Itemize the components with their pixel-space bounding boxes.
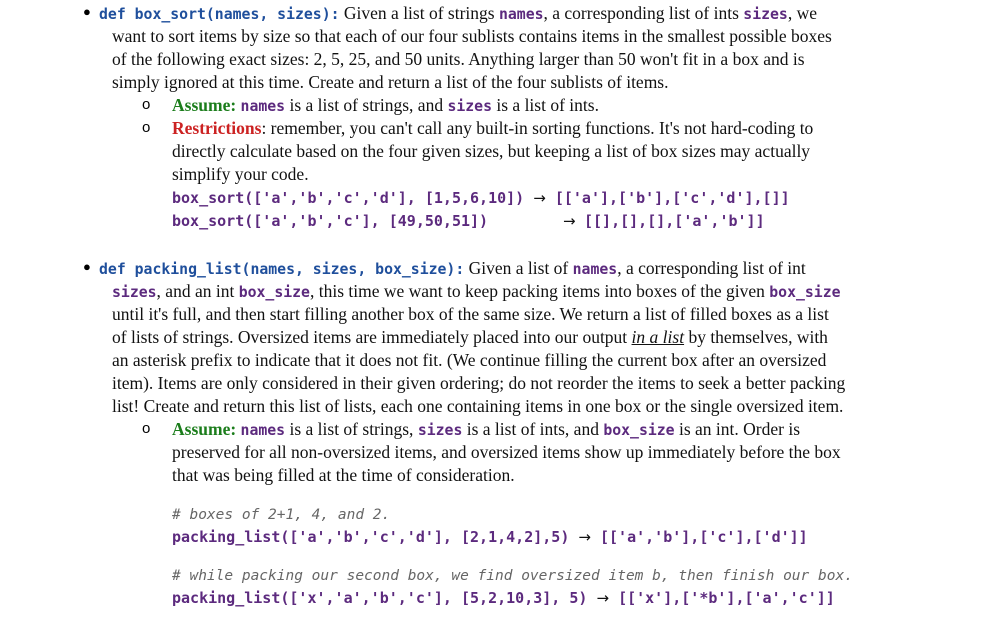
code-sizes: sizes — [112, 284, 157, 301]
packing-line-4: of lists of strings. Oversized items are… — [112, 326, 828, 348]
code-box-size: box_size — [238, 284, 310, 301]
packing-line-3: until it's full, and then start filling … — [112, 304, 829, 324]
example-result: [['a'],['b'],['c','d'],[]] — [554, 189, 790, 207]
box-sort-restrict-1: Restrictions: remember, you can't call a… — [172, 117, 813, 139]
packing-assume-1: Assume: names is a list of strings, size… — [172, 418, 800, 442]
text: is a list of strings, — [285, 419, 418, 439]
code-names: names — [240, 422, 286, 439]
arrow-icon: → — [596, 589, 610, 607]
example-comment-1: # boxes of 2+1, 4, and 2. — [172, 507, 391, 523]
sub-bullet-icon: o — [142, 119, 151, 136]
bullet-icon: ● — [83, 259, 91, 274]
packing-assume-3: that was being filled at the time of con… — [172, 465, 515, 485]
box-sort-line-1: def box_sort(names, sizes): Given a list… — [99, 2, 817, 26]
packing-signature: def packing_list(names, sizes, box_size)… — [99, 261, 465, 278]
code-box-size: box_size — [603, 422, 675, 439]
arrow-icon: → — [563, 212, 576, 230]
code-sizes: sizes — [743, 6, 788, 23]
box-sort-line-2: want to sort items by size so that each … — [112, 26, 832, 46]
box-sort-example-2: box_sort(['a','b','c'], [49,50,51]) → [[… — [172, 210, 765, 232]
arrow-icon: → — [533, 189, 546, 207]
text: , a corresponding list of int — [617, 258, 806, 278]
box-sort-line-4: simply ignored at this time. Create and … — [112, 72, 669, 92]
text: , a corresponding list of ints — [543, 3, 744, 23]
packing-example-1: packing_list(['a','b','c','d'], [2,1,4,2… — [172, 526, 808, 548]
code-sizes: sizes — [447, 98, 492, 115]
code-sizes: sizes — [417, 422, 463, 439]
text: by themselves, with — [684, 327, 828, 347]
box-sort-restrict-2: directly calculate based on the four giv… — [172, 141, 811, 161]
text: , and an int — [156, 281, 239, 301]
italic-text: in a list — [631, 327, 685, 347]
text: Given a list of — [464, 258, 573, 278]
arrow-icon: → — [578, 528, 591, 546]
box-sort-assume: Assume: names is a list of strings, and … — [172, 94, 599, 118]
sub-bullet-icon: o — [142, 420, 151, 437]
example-call: packing_list(['x','a','b','c'], [5,2,10,… — [172, 589, 588, 607]
packing-example-2: packing_list(['x','a','b','c'], [5,2,10,… — [172, 587, 835, 609]
code-box-size: box_size — [769, 284, 841, 301]
packing-line-5: an asterisk prefix to indicate that it d… — [112, 350, 827, 370]
box-sort-restrict-3: simplify your code. — [172, 164, 309, 184]
text: , this time we want to keep packing item… — [309, 281, 770, 301]
code-names: names — [240, 98, 286, 115]
code-names: names — [572, 261, 618, 278]
example-call: box_sort(['a','b','c','d'], [1,5,6,10]) — [172, 189, 525, 207]
restrictions-label: Restrictions — [172, 118, 262, 138]
bullet-icon: ● — [83, 4, 91, 19]
example-result: [[],[],[],['a','b']] — [584, 212, 765, 230]
packing-line-1: def packing_list(names, sizes, box_size)… — [99, 257, 806, 281]
packing-assume-2: preserved for all non-oversized items, a… — [172, 442, 841, 462]
code-names: names — [498, 6, 544, 23]
box-sort-line-3: of the following exact sizes: 2, 5, 25, … — [112, 49, 805, 69]
text: is a list of ints. — [492, 95, 599, 115]
packing-line-2: sizes, and an int box_size, this time we… — [112, 280, 841, 304]
text: of lists of strings. Oversized items are… — [112, 327, 632, 347]
packing-line-6: item). Items are only considered in thei… — [112, 373, 846, 393]
text: is a list of strings, and — [285, 95, 448, 115]
text: is an int. Order is — [674, 419, 801, 439]
sub-bullet-icon: o — [142, 96, 151, 113]
example-result: [['x'],['*b'],['a','c']] — [618, 589, 835, 607]
box-sort-signature: def box_sort(names, sizes): — [99, 6, 340, 23]
text: , we — [787, 3, 817, 23]
text: : remember, you can't call any built-in … — [261, 118, 814, 138]
example-call: box_sort(['a','b','c'], [49,50,51]) — [172, 212, 489, 230]
example-result: [['a','b'],['c'],['d']] — [600, 528, 808, 546]
example-call: packing_list(['a','b','c','d'], [2,1,4,2… — [172, 528, 570, 546]
assume-label: Assume: — [172, 95, 237, 115]
example-comment-2: # while packing our second box, we find … — [172, 568, 853, 584]
assume-label: Assume: — [172, 419, 237, 439]
packing-line-7: list! Create and return this list of lis… — [112, 396, 844, 416]
text: Given a list of strings — [343, 3, 499, 23]
text: is a list of ints, and — [462, 419, 604, 439]
box-sort-example-1: box_sort(['a','b','c','d'], [1,5,6,10]) … — [172, 187, 790, 209]
